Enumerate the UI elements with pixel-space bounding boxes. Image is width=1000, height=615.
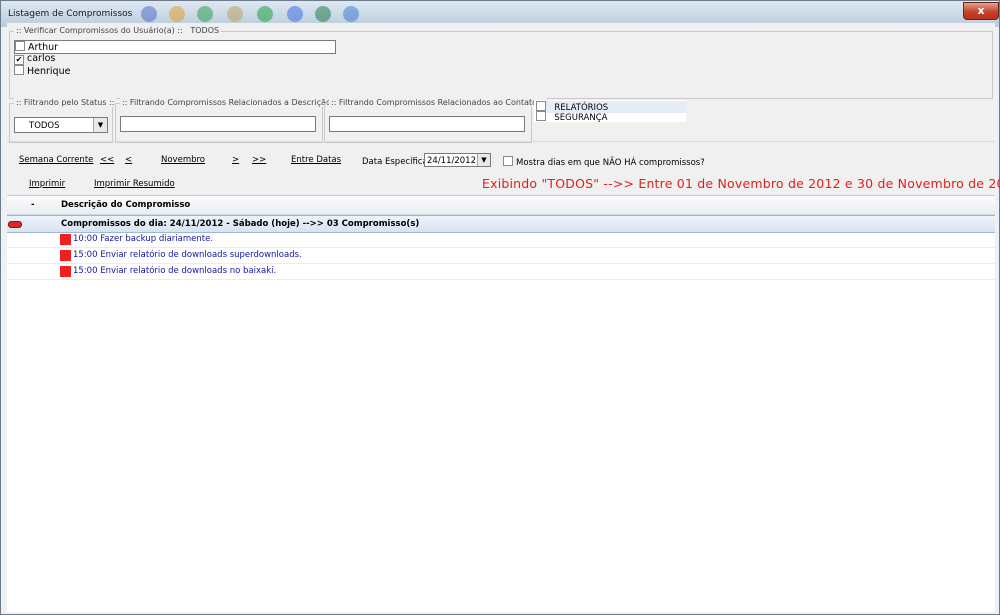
status-legend: :: Filtrando pelo Status :: bbox=[14, 98, 117, 107]
col-minus: - bbox=[31, 200, 35, 210]
print-summary-link[interactable]: Imprimir Resumido bbox=[94, 179, 175, 189]
collapse-icon[interactable] bbox=[8, 221, 22, 228]
appointment-text: 15:00 Enviar relatório de downloads no b… bbox=[73, 266, 277, 276]
showing-range-text: Exibindo "TODOS" -->> Entre 01 de Novemb… bbox=[482, 176, 1000, 191]
appointment-text: 10:00 Fazer backup diariamente. bbox=[73, 234, 214, 244]
category-item-seguranca[interactable]: SEGURANÇA bbox=[536, 111, 607, 123]
status-square-icon bbox=[60, 266, 71, 277]
empty-days-label: Mostra dias em que NÃO HÁ compromissos? bbox=[516, 158, 705, 168]
status-square-icon bbox=[60, 250, 71, 261]
status-select[interactable]: TODOS ▼ bbox=[14, 117, 108, 133]
users-legend-text: :: Verificar Compromissos do Usuário(a) … bbox=[16, 26, 183, 35]
between-dates-link[interactable]: Entre Datas bbox=[291, 155, 341, 165]
contacts-icon bbox=[315, 6, 331, 22]
users-group: :: Verificar Compromissos do Usuário(a) … bbox=[9, 26, 993, 99]
close-button[interactable]: x bbox=[963, 2, 999, 20]
day-group-row[interactable]: Compromissos do dia: 24/11/2012 - Sábado… bbox=[7, 215, 995, 233]
user-name-henrique: Henrique bbox=[27, 66, 71, 77]
month-link[interactable]: Novembro bbox=[161, 155, 205, 165]
chevron-down-icon[interactable]: ▼ bbox=[93, 118, 107, 132]
pencil-icon bbox=[169, 6, 185, 22]
appointments-grid: - Descrição do Compromisso Compromissos … bbox=[7, 195, 995, 612]
next-next-link[interactable]: >> bbox=[252, 155, 266, 165]
current-week-link[interactable]: Semana Corrente bbox=[19, 155, 93, 165]
category-checkbox-relatorios[interactable] bbox=[536, 101, 546, 111]
window-title: Listagem de Compromissos bbox=[8, 9, 133, 19]
users-selected-label: TODOS bbox=[190, 26, 220, 35]
date-label: Data Específica: bbox=[362, 157, 431, 167]
description-filter-input[interactable] bbox=[120, 116, 316, 132]
phone-icon bbox=[141, 6, 157, 22]
chevron-down-icon[interactable]: ▼ bbox=[477, 154, 490, 166]
contact-filter-group: :: Filtrando Compromissos Relacionados a… bbox=[324, 98, 547, 143]
user-name-carlos: carlos bbox=[27, 53, 56, 64]
prev-prev-link[interactable]: << bbox=[100, 155, 114, 165]
globe-icon bbox=[197, 6, 213, 22]
table-row[interactable]: 15:00 Enviar relatório de downloads no b… bbox=[7, 264, 995, 280]
status-square-icon bbox=[60, 234, 71, 245]
description-filter-group: :: Filtrando Compromissos Relacionados a… bbox=[115, 98, 341, 143]
empty-days-checkbox[interactable]: Mostra dias em que NÃO HÁ compromissos? bbox=[503, 156, 705, 168]
contact-legend: :: Filtrando Compromissos Relacionados a… bbox=[329, 98, 547, 107]
table-row[interactable]: 10:00 Fazer backup diariamente. bbox=[7, 232, 995, 248]
app-window: Listagem de Compromissos x :: Verificar … bbox=[0, 0, 1000, 615]
category-checkbox-seguranca[interactable] bbox=[536, 111, 546, 121]
divider bbox=[7, 141, 995, 142]
status-filter-group: :: Filtrando pelo Status :: TODOS ▼ bbox=[9, 98, 117, 143]
category-label-seguranca: SEGURANÇA bbox=[554, 113, 608, 123]
appointment-text: 15:00 Enviar relatório de downloads supe… bbox=[73, 250, 302, 260]
empty-days-box[interactable] bbox=[503, 156, 513, 166]
table-row[interactable]: 15:00 Enviar relatório de downloads supe… bbox=[7, 248, 995, 264]
col-description[interactable]: Descrição do Compromisso bbox=[61, 200, 190, 210]
user-item-carlos[interactable]: ✔ carlos bbox=[14, 53, 55, 65]
user-name-arthur: Arthur bbox=[28, 42, 59, 53]
users-legend: :: Verificar Compromissos do Usuário(a) … bbox=[14, 26, 222, 35]
prev-link[interactable]: < bbox=[125, 155, 132, 165]
user-item-arthur[interactable]: Arthur bbox=[14, 40, 336, 54]
status-select-value: TODOS bbox=[29, 121, 60, 131]
wrench-icon bbox=[227, 6, 243, 22]
date-value: 24/11/2012 bbox=[427, 156, 476, 166]
client-area: :: Verificar Compromissos do Usuário(a) … bbox=[7, 23, 1000, 612]
grid-header: - Descrição do Compromisso bbox=[7, 196, 995, 215]
user-checkbox-arthur[interactable] bbox=[15, 41, 25, 51]
arrow-icon bbox=[287, 6, 303, 22]
user-checkbox-carlos[interactable]: ✔ bbox=[14, 55, 24, 65]
description-legend: :: Filtrando Compromissos Relacionados a… bbox=[120, 98, 341, 107]
mail-icon bbox=[343, 6, 359, 22]
next-link[interactable]: > bbox=[232, 155, 239, 165]
user-checkbox-henrique[interactable] bbox=[14, 65, 24, 75]
user-item-henrique[interactable]: Henrique bbox=[14, 65, 70, 77]
contact-filter-input[interactable] bbox=[329, 116, 525, 132]
category-list: RELATÓRIOS SEGURANÇA bbox=[534, 100, 686, 123]
print-link[interactable]: Imprimir bbox=[29, 179, 65, 189]
date-picker[interactable]: 24/11/2012 ▼ bbox=[424, 153, 491, 167]
day-group-text: Compromissos do dia: 24/11/2012 - Sábado… bbox=[61, 219, 420, 229]
info-icon bbox=[257, 6, 273, 22]
